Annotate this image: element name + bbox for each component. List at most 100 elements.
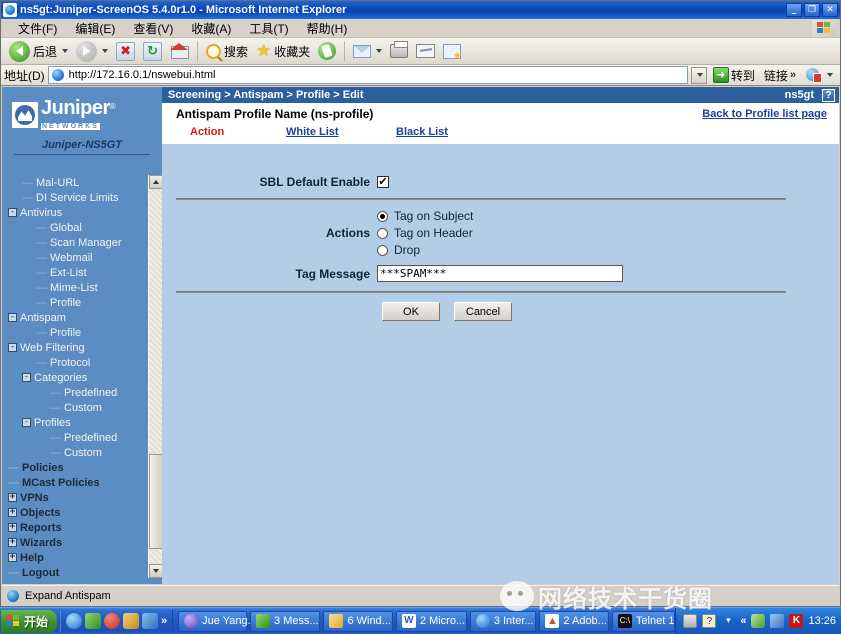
chevron-down-icon[interactable]: [62, 49, 69, 53]
menu-favorites[interactable]: 收藏(A): [182, 19, 240, 38]
scroll-down-button[interactable]: [149, 564, 163, 578]
menu-help[interactable]: 帮助(H): [298, 19, 357, 38]
search-button[interactable]: 搜索: [202, 42, 252, 61]
sidebar-item-mime-list[interactable]: — Mime-List: [8, 280, 149, 295]
minimize-button[interactable]: _: [786, 3, 802, 17]
task-button[interactable]: 3 Inter...: [469, 610, 546, 632]
start-button[interactable]: 开始: [1, 609, 58, 633]
sidebar-item-help[interactable]: + Help: [8, 550, 149, 565]
sidebar-item-predefined[interactable]: — Predefined: [8, 385, 149, 400]
sidebar-item-mcast-policies[interactable]: — MCast Policies: [8, 475, 149, 490]
radio-drop[interactable]: Drop: [377, 243, 473, 257]
sidebar-item-reports[interactable]: + Reports: [8, 520, 149, 535]
antivirus-tray-icon[interactable]: K: [789, 614, 804, 628]
menu-tools[interactable]: 工具(T): [240, 19, 297, 38]
help-tray-icon[interactable]: ?: [702, 614, 717, 628]
sidebar-item-mal-url[interactable]: — Mal-URL: [8, 175, 149, 190]
sidebar-item-webmail[interactable]: — Webmail: [8, 250, 149, 265]
expand-icon[interactable]: +: [8, 508, 17, 517]
radio-tag-on-header-indicator[interactable]: [377, 227, 388, 239]
sidebar-item-profile[interactable]: — Profile: [8, 295, 149, 310]
address-input[interactable]: http://172.16.0.1/nswebui.html: [47, 66, 688, 84]
sidebar-item-ext-list[interactable]: — Ext-List: [8, 265, 149, 280]
sidebar-item-web-filtering[interactable]: - Web Filtering: [8, 340, 149, 355]
sidebar-item-wizards[interactable]: + Wizards: [8, 535, 149, 550]
sidebar-scrollbar[interactable]: [148, 175, 163, 578]
radio-tag-on-subject[interactable]: Tag on Subject: [377, 209, 473, 223]
user-tray-icon[interactable]: [751, 614, 766, 628]
sidebar-item-antivirus[interactable]: - Antivirus: [8, 205, 149, 220]
sidebar-item-global[interactable]: — Global: [8, 220, 149, 235]
address-dropdown-button[interactable]: [690, 66, 707, 84]
scroll-up-button[interactable]: [149, 175, 163, 189]
quicklaunch-overflow-icon[interactable]: »: [161, 615, 167, 627]
tag-message-input[interactable]: [377, 265, 623, 282]
sidebar-item-custom[interactable]: — Custom: [8, 400, 149, 415]
radio-tag-on-subject-indicator[interactable]: [377, 210, 388, 222]
back-button[interactable]: 后退: [5, 40, 72, 63]
links-button[interactable]: 链接 »: [761, 67, 799, 84]
media-quicklaunch-icon[interactable]: [104, 613, 121, 629]
sidebar-item-vpns[interactable]: + VPNs: [8, 490, 149, 505]
sidebar-item-categories[interactable]: - Categories: [8, 370, 149, 385]
network-tray-icon[interactable]: [770, 614, 785, 628]
messenger-quicklaunch-icon[interactable]: [85, 613, 102, 629]
sidebar-item-custom[interactable]: — Custom: [8, 445, 149, 460]
refresh-button[interactable]: ↻: [139, 41, 166, 62]
print-button[interactable]: [386, 41, 412, 59]
expand-icon[interactable]: +: [8, 538, 17, 547]
ie-quicklaunch-icon[interactable]: [66, 613, 83, 629]
outlook-quicklaunch-icon[interactable]: [142, 613, 159, 629]
ok-button[interactable]: OK: [382, 302, 440, 321]
radio-tag-on-header[interactable]: Tag on Header: [377, 226, 473, 240]
close-button[interactable]: ✕: [822, 3, 838, 17]
forward-button[interactable]: [72, 40, 112, 63]
clock[interactable]: 13:26: [808, 615, 836, 627]
menu-file[interactable]: 文件(F): [9, 19, 66, 38]
chevron-down-icon[interactable]: [376, 49, 383, 53]
task-button[interactable]: W 2 Micro...: [395, 610, 478, 632]
restore-button[interactable]: ❐: [804, 3, 820, 17]
tab-black-list-link[interactable]: Black List: [396, 126, 448, 138]
stop-button[interactable]: ✖: [112, 41, 139, 62]
edit-button[interactable]: [412, 43, 439, 59]
cancel-button[interactable]: Cancel: [454, 302, 512, 321]
task-button[interactable]: C:\ Telnet 1...: [611, 610, 676, 632]
tray-expand-icon[interactable]: «: [740, 615, 746, 627]
tab-black-list[interactable]: Black List: [396, 126, 506, 138]
sidebar-item-policies[interactable]: — Policies: [8, 460, 149, 475]
favorites-button[interactable]: ★ 收藏夹: [252, 42, 314, 61]
scrollbar-thumb[interactable]: [149, 454, 163, 549]
menu-view[interactable]: 查看(V): [124, 19, 182, 38]
sidebar-item-di-service-limits[interactable]: — DI Service Limits: [8, 190, 149, 205]
keyboard-ime-icon[interactable]: [683, 614, 698, 628]
history-button[interactable]: [314, 41, 340, 61]
go-button[interactable]: ➜ 转到: [710, 67, 758, 84]
sidebar-item-profiles[interactable]: - Profiles: [8, 415, 149, 430]
tab-action[interactable]: Action: [176, 126, 286, 138]
task-button[interactable]: ▲ 2 Adob...: [539, 610, 619, 632]
search-quicklaunch-icon[interactable]: [123, 613, 140, 629]
sidebar-item-logout[interactable]: — Logout: [8, 565, 149, 580]
collapse-icon[interactable]: -: [8, 208, 17, 217]
sidebar-item-profile[interactable]: — Profile: [8, 325, 149, 340]
pdf-toolbar-button[interactable]: [802, 67, 837, 84]
sidebar-item-scan-manager[interactable]: — Scan Manager: [8, 235, 149, 250]
discuss-button[interactable]: [439, 43, 465, 62]
home-button[interactable]: [166, 42, 193, 61]
task-button[interactable]: 6 Wind...: [323, 610, 403, 632]
sidebar-item-objects[interactable]: + Objects: [8, 505, 149, 520]
help-button[interactable]: ?: [822, 88, 835, 102]
radio-drop-indicator[interactable]: [377, 244, 388, 256]
tab-white-list[interactable]: White List: [286, 126, 396, 138]
sidebar-item-predefined[interactable]: — Predefined: [8, 430, 149, 445]
task-button[interactable]: Jue Yang...: [178, 610, 257, 632]
ime-options-icon[interactable]: ▾: [721, 614, 735, 628]
sbl-default-enable-checkbox[interactable]: ✔: [377, 176, 389, 188]
scrollbar-track[interactable]: [149, 189, 163, 564]
collapse-icon[interactable]: -: [8, 313, 17, 322]
task-button[interactable]: 3 Mess...: [250, 610, 331, 632]
menu-edit[interactable]: 编辑(E): [66, 19, 124, 38]
back-to-profile-list-link[interactable]: Back to Profile list page: [702, 108, 827, 120]
chevron-down-icon[interactable]: [102, 49, 109, 53]
